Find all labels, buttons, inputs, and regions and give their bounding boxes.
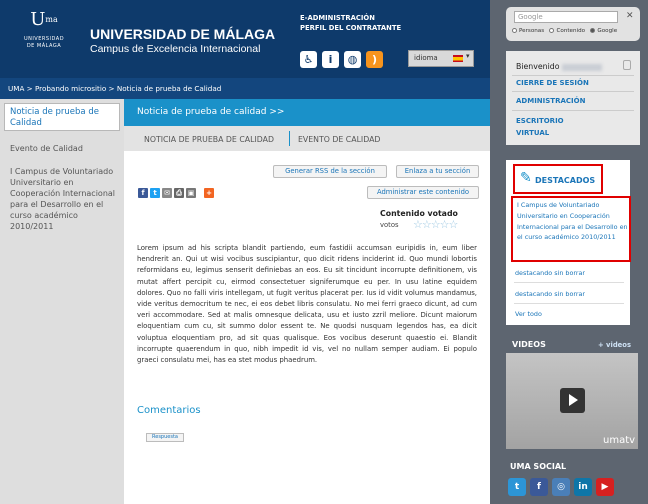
divider xyxy=(514,282,624,283)
search-input[interactable]: Google xyxy=(514,11,618,23)
search-options: Personas Contenido Google xyxy=(512,28,617,34)
nav-item-noticia-active[interactable]: Noticia de prueba de Calidad xyxy=(4,103,120,131)
rating-stars[interactable]: ☆☆☆☆☆ xyxy=(413,218,458,231)
administration-link[interactable]: ADMINISTRACIÓN xyxy=(516,95,585,107)
divider xyxy=(514,303,624,304)
user-panel: Bienvenido CIERRE DE SESIÓN ADMINISTRACI… xyxy=(506,51,640,145)
lock-icon xyxy=(623,60,631,70)
language-selector[interactable]: idioma ▾ xyxy=(408,50,474,67)
facebook-icon[interactable]: f xyxy=(138,188,148,198)
print-icon[interactable]: ⎙ xyxy=(174,188,184,198)
virtual-link[interactable]: VIRTUAL xyxy=(516,127,549,139)
accessibility-icon[interactable]: ♿ xyxy=(300,51,317,68)
votes-label: votos xyxy=(380,221,399,229)
header-icons: ♿ i ◍ ) xyxy=(300,51,383,68)
play-icon[interactable] xyxy=(560,388,585,413)
logout-link[interactable]: CIERRE DE SESIÓN xyxy=(516,77,589,89)
social-icons: t f ◎ in ▶ xyxy=(508,478,614,496)
radio-personas[interactable] xyxy=(512,28,517,33)
add-share-icon[interactable]: + xyxy=(204,188,214,198)
tab-divider xyxy=(289,131,290,146)
perfil-contratante-link[interactable]: PERFIL DEL CONTRATANTE xyxy=(300,23,401,33)
photo-icon[interactable]: ◎ xyxy=(552,478,570,496)
nav-item-evento[interactable]: Evento de Calidad xyxy=(10,143,118,154)
chevron-down-icon: ▾ xyxy=(466,52,470,60)
main-content: Noticia de prueba de calidad >> NOTICIA … xyxy=(124,99,490,504)
article-body: Lorem ipsum ad his scripta blandit parti… xyxy=(137,244,477,365)
tab-noticia[interactable]: NOTICIA DE PRUEBA DE CALIDAD xyxy=(144,135,274,144)
facebook-icon[interactable]: f xyxy=(530,478,548,496)
site-title[interactable]: UNIVERSIDAD DE MÁLAGA xyxy=(90,26,275,42)
spain-flag-icon xyxy=(453,55,463,62)
rss-icon[interactable]: ) xyxy=(366,51,383,68)
video-player[interactable]: umatv xyxy=(506,353,638,449)
section-title: Noticia de prueba de calidad >> xyxy=(124,99,490,126)
destacados-header: ✎ DESTACADOS xyxy=(513,164,603,194)
link-section-button[interactable]: Enlaza a tu sección xyxy=(396,165,479,178)
divider xyxy=(512,110,634,111)
radio-google[interactable] xyxy=(590,28,596,33)
admin-content-button[interactable]: Administrar este contenido xyxy=(367,186,479,199)
welcome-text: Bienvenido xyxy=(516,62,602,71)
nav-item-campus-voluntariado[interactable]: I Campus de Voluntariado Universitario e… xyxy=(10,166,118,232)
breadcrumb[interactable]: UMA > Probando micrositio > Noticia de p… xyxy=(0,78,490,99)
pencil-icon: ✎ xyxy=(520,170,532,186)
e-administracion-link[interactable]: E-ADMINISTRACIÓN xyxy=(300,13,401,23)
uma-logo[interactable]: Uma UNIVERSIDAD DE MÁLAGA xyxy=(14,10,74,68)
voted-content-title: Contenido votado xyxy=(380,209,458,218)
videos-title: VIDEOS xyxy=(512,340,546,349)
close-icon[interactable]: ✕ xyxy=(626,11,634,21)
destacado-link[interactable]: destacando sin borrar xyxy=(515,290,585,298)
site-subtitle: Campus de Excelencia Internacional xyxy=(90,43,261,55)
see-all-link[interactable]: Ver todo xyxy=(515,310,542,318)
left-navigation: Noticia de prueba de Calidad Evento de C… xyxy=(0,99,124,504)
redacted-username xyxy=(561,63,602,71)
twitter-icon[interactable]: t xyxy=(508,478,526,496)
umatv-logo: umatv xyxy=(603,435,636,446)
share-icons: f t ✉ ⎙ ▣ + xyxy=(138,188,214,198)
reply-button[interactable]: Respuesta xyxy=(146,433,184,442)
top-links: E-ADMINISTRACIÓN PERFIL DEL CONTRATANTE xyxy=(300,13,401,33)
email-icon[interactable]: ✉ xyxy=(162,188,172,198)
escritorio-link[interactable]: ESCRITORIO xyxy=(516,115,564,127)
bookmark-icon[interactable]: ▣ xyxy=(186,188,196,198)
site-header: Uma UNIVERSIDAD DE MÁLAGA UNIVERSIDAD DE… xyxy=(0,0,490,78)
comments-title: Comentarios xyxy=(137,405,201,416)
section-tabs: NOTICIA DE PRUEBA DE CALIDAD EVENTO DE C… xyxy=(124,126,490,151)
radio-contenido[interactable] xyxy=(549,28,555,33)
more-videos-link[interactable]: + videos xyxy=(598,341,631,349)
destacado-link[interactable]: destacando sin borrar xyxy=(515,269,585,277)
twitter-icon[interactable]: t xyxy=(150,188,160,198)
youtube-icon[interactable]: ▶ xyxy=(596,478,614,496)
destacados-panel: ✎ DESTACADOS I Campus de Voluntariado Un… xyxy=(506,160,631,325)
featured-item[interactable]: I Campus de Voluntariado Universitario e… xyxy=(511,196,631,262)
generate-rss-button[interactable]: Generar RSS de la sección xyxy=(273,165,387,178)
web-icon[interactable]: ◍ xyxy=(344,51,361,68)
social-title: UMA SOCIAL xyxy=(510,462,567,471)
divider xyxy=(512,91,634,92)
right-sidebar: Google ✕ Personas Contenido Google Bienv… xyxy=(490,0,648,504)
tab-evento[interactable]: EVENTO DE CALIDAD xyxy=(298,135,380,144)
divider xyxy=(512,75,634,76)
linkedin-icon[interactable]: in xyxy=(574,478,592,496)
info-icon[interactable]: i xyxy=(322,51,339,68)
